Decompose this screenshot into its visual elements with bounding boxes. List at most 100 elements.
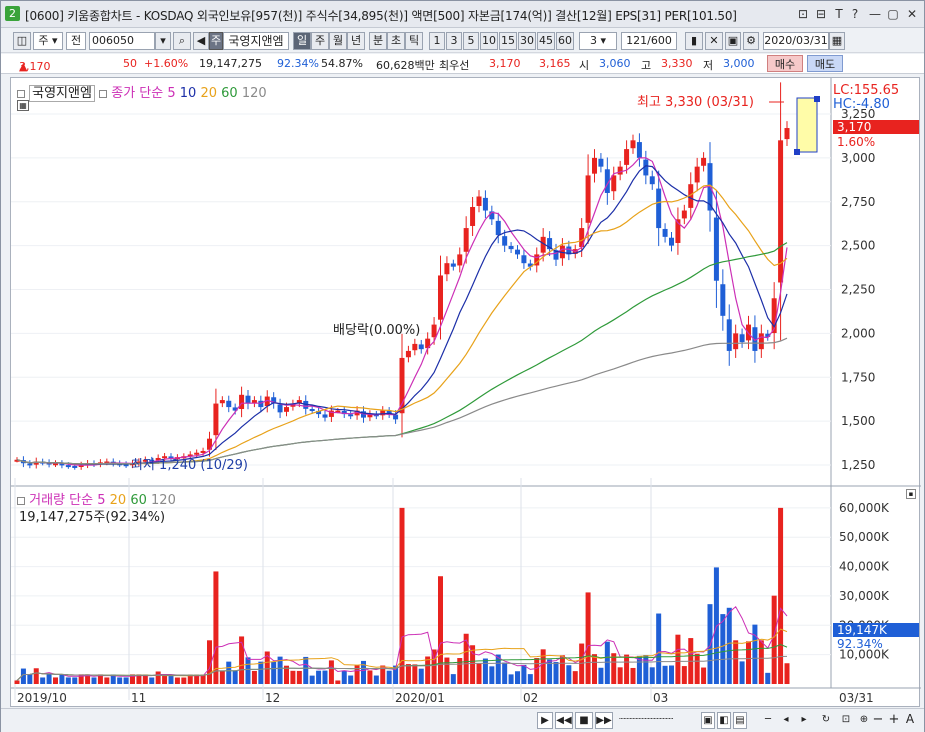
zoom-box-icon[interactable]: ▤ — [733, 712, 747, 729]
expand-icon[interactable]: + — [887, 712, 901, 729]
help-icon[interactable]: ? — [847, 6, 863, 22]
magnify-icon[interactable]: ⊕ — [857, 712, 871, 729]
volume-bar — [450, 674, 456, 684]
period-select[interactable]: 주 ▾ — [33, 32, 63, 50]
interval-45[interactable]: 45 — [537, 32, 555, 50]
tab-monthly[interactable]: 월 — [329, 32, 347, 50]
minimize-icon[interactable]: — — [867, 6, 883, 22]
table-icon[interactable]: ▦ — [17, 100, 29, 111]
candle-body — [450, 263, 456, 267]
volume-bar — [219, 670, 225, 684]
candle-type-icon[interactable]: ▮ — [685, 32, 703, 50]
shrink-icon[interactable]: − — [871, 712, 885, 729]
maximize-icon[interactable]: ▢ — [885, 6, 901, 22]
volume-bar — [373, 675, 379, 684]
interval-10[interactable]: 10 — [480, 32, 498, 50]
font-icon[interactable]: T — [831, 6, 847, 22]
x-tick-label: 02 — [523, 691, 538, 705]
close-icon[interactable]: ✕ — [904, 6, 920, 22]
forward-icon[interactable]: ▶▶ — [595, 712, 613, 729]
speaker-icon[interactable]: ◀ — [193, 32, 209, 50]
scroll-range-slider[interactable]: ┈┈┈┈┈┈┈┈┈ — [619, 712, 697, 729]
tab-yearly[interactable]: 년 — [347, 32, 365, 50]
candle-body — [482, 197, 488, 211]
tab-second[interactable]: 초 — [387, 32, 405, 50]
change-amount: 50 — [123, 57, 137, 70]
step-back-icon[interactable]: ◂ — [779, 712, 793, 729]
date-input[interactable]: 2020/03/31 — [763, 32, 829, 50]
price-volume-chart[interactable]: 3,2503,0002,7502,5002,2502,0001,7501,500… — [11, 78, 921, 708]
volume-bar — [335, 680, 341, 684]
tab-daily[interactable]: 일 — [293, 32, 311, 50]
price-candles — [14, 82, 790, 470]
data-count[interactable]: 121/600 — [621, 32, 677, 50]
volume-bar — [438, 576, 443, 684]
reset-view-icon[interactable]: ↻ — [819, 712, 833, 729]
crosshair-icon[interactable]: ✕ — [705, 32, 723, 50]
tab-tick[interactable]: 틱 — [405, 32, 423, 50]
zoom-fit-icon[interactable]: ▣ — [701, 712, 715, 729]
legend-ma-120: 120 — [241, 86, 267, 101]
volume-bar — [758, 640, 764, 684]
legend-ma-10: 10 — [179, 86, 197, 101]
volume-bar — [726, 607, 732, 684]
zoom-out-icon[interactable]: ─ — [761, 712, 775, 729]
chart-area[interactable]: 3,250 3,000 2,750 2,500 2,250 2,000 1,750 1,500… — [10, 77, 921, 708]
zoom-reset-icon[interactable]: ◧ — [717, 712, 731, 729]
candle-body — [399, 357, 405, 414]
interval-1[interactable]: 1 — [429, 32, 445, 50]
volume-bar — [258, 661, 264, 684]
range-handle-bottom[interactable] — [794, 149, 800, 155]
code-dropdown-icon[interactable]: ▾ — [155, 32, 171, 50]
interval-3[interactable]: 3 — [446, 32, 462, 50]
font-size-icon[interactable]: A — [903, 712, 917, 729]
x-axis: 2019/10 11 12 2020/01 02 03 03/31 — [17, 691, 874, 705]
candle-body — [701, 157, 707, 166]
buy-button[interactable]: 매수 — [767, 55, 803, 72]
price-legend: 국영지앤엠 종가 단순 5 10 20 60 120 — [17, 82, 267, 102]
volume-bar — [399, 507, 405, 684]
pin-icon[interactable]: ⊡ — [795, 6, 811, 22]
volume-bar — [123, 677, 129, 684]
candle-body — [636, 142, 642, 158]
volume-bar — [624, 654, 630, 684]
stop-icon[interactable]: ■ — [575, 712, 593, 729]
scroll-right-icon[interactable]: ▶ — [537, 712, 553, 729]
price-tick-label: 1,250 — [841, 458, 875, 472]
sell-button[interactable]: 매도 — [807, 55, 843, 72]
tab-minute[interactable]: 분 — [369, 32, 387, 50]
volume-bar — [752, 624, 758, 684]
step-forward-icon[interactable]: ▸ — [797, 712, 811, 729]
candle-body — [733, 333, 739, 350]
calendar-icon[interactable]: ▦ — [829, 32, 845, 50]
volume-tick-label: 40,000K — [839, 560, 890, 574]
menu-icon[interactable]: ◫ — [13, 32, 31, 50]
volume-tick-label: 50,000K — [839, 530, 890, 544]
candle-body — [309, 409, 315, 412]
volume-legend-icon[interactable] — [17, 496, 25, 505]
lock-icon[interactable]: ⊡ — [839, 712, 853, 729]
candle-body — [239, 394, 245, 410]
volume-bar — [251, 670, 257, 684]
candle-body — [598, 158, 604, 167]
save-icon[interactable]: ▣ — [725, 32, 741, 50]
volume-panel-close-icon[interactable]: ▪ — [906, 489, 916, 499]
tab-weekly[interactable]: 주 — [311, 32, 329, 50]
all-select[interactable]: 전 — [66, 32, 86, 50]
stock-code-input[interactable]: 006050 — [89, 32, 155, 50]
rewind-icon[interactable]: ◀◀ — [555, 712, 573, 729]
volume-bar — [746, 641, 751, 684]
interval-5[interactable]: 5 — [463, 32, 479, 50]
restore-layout-icon[interactable]: ⊟ — [813, 6, 829, 22]
interval-30[interactable]: 30 — [518, 32, 536, 50]
volume-bar — [367, 670, 373, 684]
search-icon[interactable]: ⌕ — [173, 32, 191, 50]
settings-icon[interactable]: ⚙ — [743, 32, 759, 50]
legend-ma-icon[interactable] — [99, 89, 108, 98]
turnover-rate: 54.87% — [321, 57, 363, 70]
range-handle-top[interactable] — [814, 96, 820, 102]
interval-input[interactable]: 3 ▾ — [579, 32, 617, 50]
interval-60[interactable]: 60 — [556, 32, 574, 50]
interval-15[interactable]: 15 — [499, 32, 517, 50]
legend-collapse-icon[interactable] — [17, 89, 25, 98]
